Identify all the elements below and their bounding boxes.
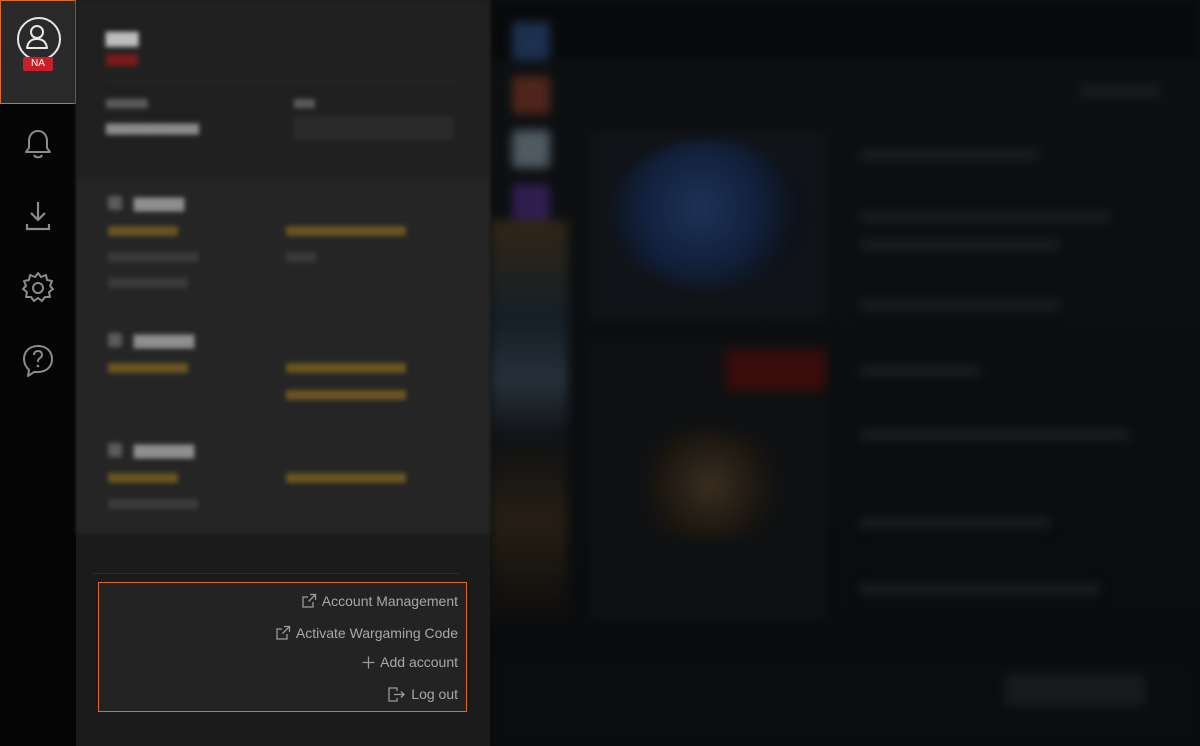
log-out-label: Log out [411,686,458,702]
help-icon[interactable] [20,342,56,378]
activate-code-link[interactable]: Activate Wargaming Code [275,625,458,641]
download-icon[interactable] [20,198,56,234]
add-account-button[interactable]: Add account [362,654,458,670]
logout-icon [388,686,406,702]
account-actions-menu: Account Management Activate Wargaming Co… [98,582,467,712]
add-account-label: Add account [380,654,458,670]
background-dim-overlay [490,0,1200,746]
activate-code-label: Activate Wargaming Code [295,625,458,641]
account-management-link[interactable]: Account Management [301,593,458,609]
plus-icon [362,656,375,669]
account-management-label: Account Management [321,593,458,609]
bell-icon[interactable] [20,126,56,162]
external-link-icon [275,625,291,641]
profile-button[interactable]: NA [0,0,76,104]
sidebar-rail: NA [0,0,76,746]
gear-icon[interactable] [20,270,56,306]
user-icon [17,17,61,61]
divider [93,573,459,574]
external-link-icon [301,593,317,609]
log-out-button[interactable]: Log out [388,686,458,702]
region-badge: NA [23,57,53,71]
